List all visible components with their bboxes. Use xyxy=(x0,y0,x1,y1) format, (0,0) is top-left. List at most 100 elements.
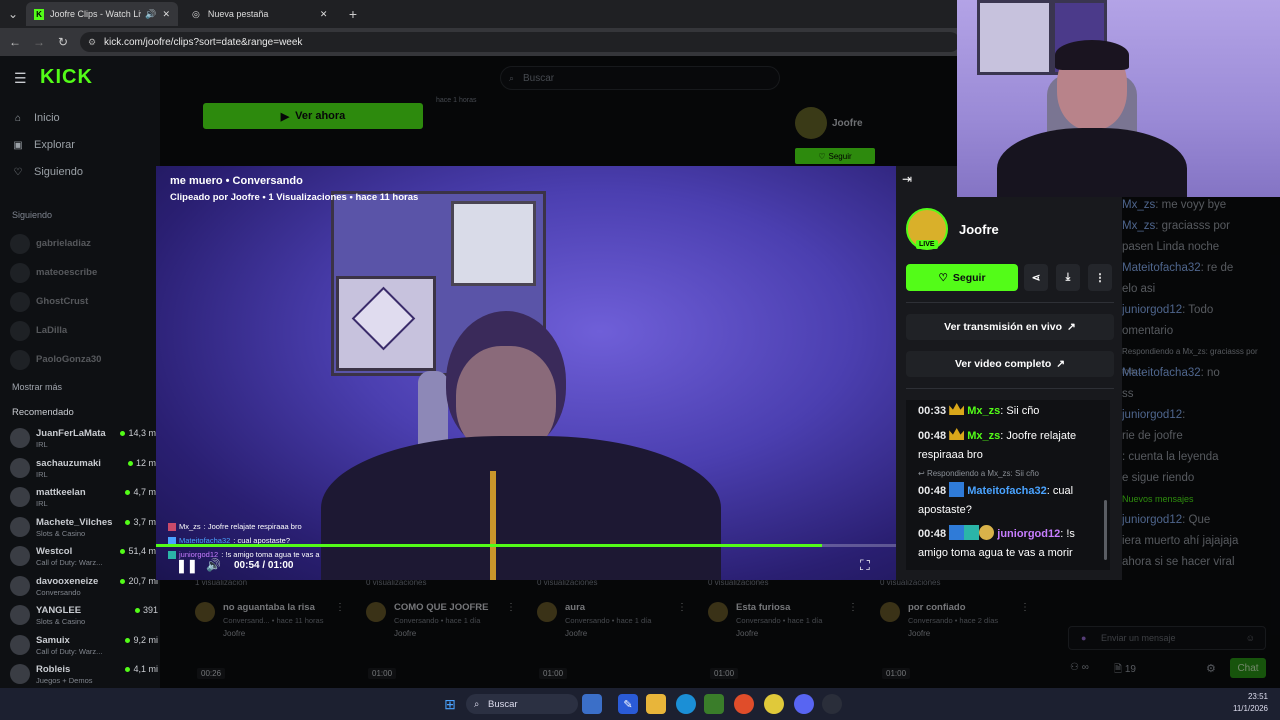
overlay-chat-text: : Joofre relajate respiraaa bro xyxy=(203,522,302,531)
sidebar-item-inicio[interactable]: ⌂ Inicio xyxy=(12,112,60,124)
chat-username[interactable]: Mx_zs xyxy=(967,430,1000,442)
edge-icon[interactable] xyxy=(676,694,696,714)
share-icon[interactable]: ⋖ xyxy=(1024,264,1048,291)
time-display: 00:54 / 01:00 xyxy=(234,560,294,571)
channel-category: IRL xyxy=(36,469,48,479)
video-progress-fill xyxy=(156,544,822,547)
sidebar-item-siguiendo[interactable]: ♡ Siguiendo xyxy=(12,166,83,178)
divider xyxy=(906,388,1114,389)
search-icon: ⌕ xyxy=(474,698,480,710)
recommended-channel[interactable]: YANGLEE Slots & Casino 391 xyxy=(10,603,160,631)
recommended-channel[interactable]: davooxeneize Conversando 20,7 mi xyxy=(10,574,160,602)
following-channel[interactable]: mateoescribe xyxy=(10,261,160,289)
chat-message: 00:48 Mx_zs: Joofre relajate respiraaa b… xyxy=(918,427,1103,465)
clip-video-player[interactable] xyxy=(156,166,896,580)
badge-icon xyxy=(949,482,965,497)
minecraft-icon[interactable] xyxy=(704,694,724,714)
video-controls: ❚❚ 🔊 00:54 / 01:00 ⛶ xyxy=(156,550,896,580)
audio-icon[interactable]: 🔊 xyxy=(145,9,156,20)
viewer-count: 9,2 mi xyxy=(125,635,158,645)
recommended-channel[interactable]: mattkeelan IRL 4,7 mi xyxy=(10,485,160,513)
kick-logo[interactable]: KICK xyxy=(40,66,93,89)
url-input[interactable]: ⚙ kick.com/joofre/clips?sort=date&range=… xyxy=(80,32,960,52)
chrome-icon[interactable] xyxy=(764,694,784,714)
pause-icon[interactable]: ❚❚ xyxy=(176,558,198,574)
clock-date: 11/1/2026 xyxy=(1233,704,1268,713)
more-options-icon[interactable]: ⋮ xyxy=(1088,264,1112,291)
channel-category: Slots & Casino xyxy=(36,617,86,626)
close-tab-icon[interactable]: ✕ xyxy=(320,9,328,20)
live-dot-icon xyxy=(125,490,131,495)
tab-title: Nueva pestaña xyxy=(207,9,269,19)
viewer-count-value: 4,7 mi xyxy=(133,487,158,497)
following-channel[interactable]: LaDilla xyxy=(10,319,160,347)
channel-name[interactable]: Joofre xyxy=(959,222,999,237)
watch-full-label: Ver video completo xyxy=(954,358,1052,370)
badge-icon xyxy=(979,525,995,540)
recommended-channel[interactable]: Westcol Call of Duty: Warz... 51,4 mi xyxy=(10,544,160,572)
crown-badge-icon xyxy=(949,403,965,415)
recommended-channel[interactable]: JuanFerLaMata IRL 14,3 mi xyxy=(10,426,160,454)
viewer-count: 12 mi xyxy=(127,458,158,468)
watch-full-video-button[interactable]: Ver video completo ↗ xyxy=(906,351,1114,377)
discord-icon[interactable] xyxy=(794,694,814,714)
chat-timestamp: 00:33 xyxy=(918,405,947,417)
channel-name: YANGLEE xyxy=(36,605,82,616)
app-icon[interactable] xyxy=(822,694,842,714)
windows-start-icon[interactable]: ⊞ xyxy=(440,694,460,714)
file-explorer-icon[interactable] xyxy=(646,694,666,714)
app-icon[interactable]: ✎ xyxy=(618,694,638,714)
forward-icon[interactable]: → xyxy=(30,33,48,51)
channel-name: sachauzumaki xyxy=(36,457,101,469)
volume-icon[interactable]: 🔊 xyxy=(206,558,221,572)
site-info-icon[interactable]: ⚙ xyxy=(88,37,96,48)
recommended-channel[interactable]: sachauzumaki IRL 12 mi xyxy=(10,456,160,484)
viewer-count: 14,3 mi xyxy=(120,428,158,438)
chat-username[interactable]: Mx_zs xyxy=(967,405,1000,417)
new-tab-button[interactable]: + xyxy=(344,5,362,23)
collapse-panel-icon[interactable]: ⇥ xyxy=(902,172,912,186)
watch-live-button[interactable]: Ver transmisión en vivo ↗ xyxy=(906,314,1114,340)
back-icon[interactable]: ← xyxy=(6,33,24,51)
sidebar-item-explorar[interactable]: ▣ Explorar xyxy=(12,139,75,151)
recommended-channel[interactable]: Robleis Juegos + Demos 4,1 mi xyxy=(10,662,160,690)
recommended-channel[interactable]: Machete_Vilches Slots & Casino 3,7 mi xyxy=(10,515,160,543)
recommended-channel[interactable]: Samuix Call of Duty: Warz... 9,2 mi xyxy=(10,633,160,661)
brave-icon[interactable] xyxy=(734,694,754,714)
following-channel[interactable]: gabrieladiaz xyxy=(10,232,160,260)
video-progress-bar[interactable] xyxy=(156,544,896,547)
download-icon[interactable]: ⤓ xyxy=(1056,264,1080,291)
live-dot-icon xyxy=(125,637,131,643)
channel-category: Slots & Casino xyxy=(36,528,86,538)
viewer-count-value: 9,2 mi xyxy=(133,634,158,645)
avatar xyxy=(10,605,30,625)
following-channel[interactable]: PaoloGonza30 xyxy=(10,348,160,376)
overlay-chat-line: Mx_zs: Joofre relajate respiraaa bro xyxy=(168,522,302,531)
follow-button[interactable]: ♡ Seguir xyxy=(906,264,1018,291)
chat-username[interactable]: juniorgod12 xyxy=(997,528,1060,540)
channel-name: Samuix xyxy=(36,634,70,646)
widgets-icon[interactable] xyxy=(582,694,602,714)
reload-icon[interactable]: ↻ xyxy=(54,33,72,51)
close-tab-icon[interactable]: ✕ xyxy=(162,9,170,20)
menu-icon[interactable]: ☰ xyxy=(14,70,27,87)
chat-message: 00:48 juniorgod12: !s amigo toma agua te… xyxy=(918,525,1103,563)
tab-nueva-pestana[interactable]: ◎ Nueva pestaña ✕ xyxy=(184,2,342,26)
taskbar-search[interactable]: ⌕ Buscar xyxy=(466,694,578,714)
avatar xyxy=(10,428,30,448)
chat-scrollbar[interactable] xyxy=(1104,500,1107,560)
chat-username[interactable]: Mateitofacha32 xyxy=(967,485,1046,497)
taskbar-search-label: Buscar xyxy=(488,698,518,710)
reply-icon: ↩ xyxy=(918,469,927,478)
show-more-link[interactable]: Mostrar más xyxy=(12,382,62,392)
avatar xyxy=(10,664,30,684)
following-channel[interactable]: GhostCrust xyxy=(10,290,160,318)
taskbar-clock[interactable]: 23:51 11/1/2026 xyxy=(1230,692,1268,713)
viewer-count-value: 14,3 mi xyxy=(128,428,158,438)
tab-joofre-clips[interactable]: K Joofre Clips - Watch Live o 🔊 ✕ xyxy=(26,2,178,26)
fullscreen-icon[interactable]: ⛶ xyxy=(860,557,870,574)
globe-icon: ◎ xyxy=(192,8,200,19)
tab-list-chevron-icon[interactable]: ⌄ xyxy=(4,5,22,23)
avatar xyxy=(10,575,30,596)
reply-context: ↩ Respondiendo a Mx_zs: Sii cño xyxy=(918,468,1039,480)
